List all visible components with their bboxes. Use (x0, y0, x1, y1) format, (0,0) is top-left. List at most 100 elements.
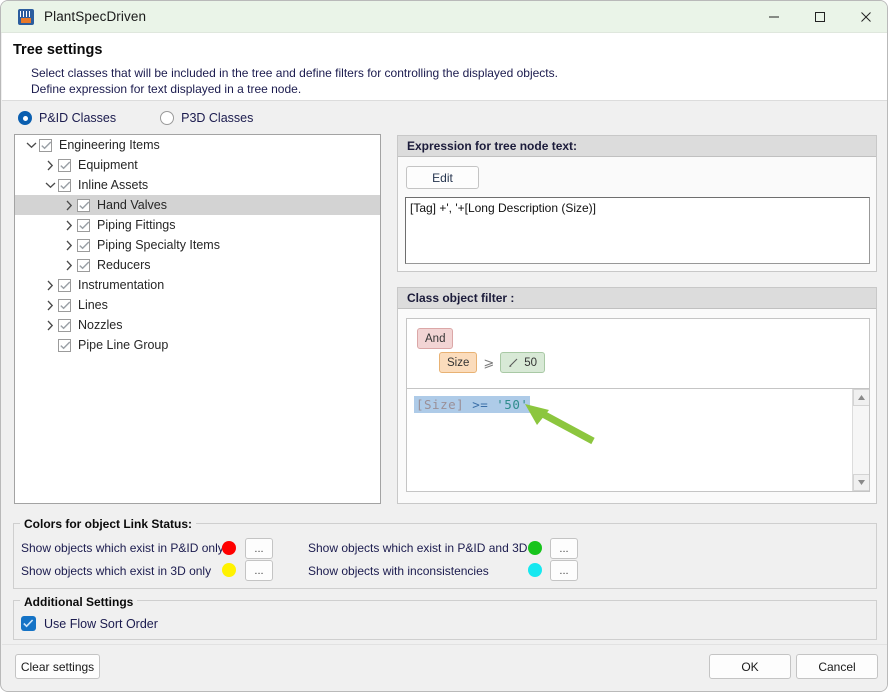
tree-node-label: Instrumentation (78, 278, 165, 292)
tree-node-checkbox[interactable] (58, 158, 71, 172)
radio-p3d-classes[interactable]: P3D Classes (160, 111, 253, 125)
tree-node-label: Engineering Items (59, 138, 160, 152)
tree-node-label: Lines (78, 298, 108, 312)
use-flow-sort-order-label: Use Flow Sort Order (44, 616, 158, 631)
tree-node-checkbox[interactable] (58, 278, 71, 292)
chevron-right-icon[interactable] (61, 215, 77, 235)
chevron-right-icon[interactable] (42, 315, 58, 335)
title-bar: PlantSpecDriven (1, 1, 887, 33)
checkbox-box (21, 616, 36, 631)
tree-node-checkbox[interactable] (77, 218, 90, 232)
window-controls (751, 1, 887, 33)
filter-sql-editor[interactable]: [Size] >= '50' (406, 388, 870, 492)
tree-node-checkbox[interactable] (58, 298, 71, 312)
tree-node-label: Pipe Line Group (78, 338, 169, 352)
filter-field-chip[interactable]: Size (439, 352, 478, 373)
filter-group-title: Class object filter : (398, 288, 876, 309)
tree-node-checkbox[interactable] (77, 258, 90, 272)
cancel-button[interactable]: Cancel (796, 654, 878, 679)
filter-scrollbar[interactable] (852, 389, 869, 491)
chevron-right-icon[interactable] (42, 275, 58, 295)
chevron-right-icon[interactable] (61, 195, 77, 215)
color-label-3d-only: Show objects which exist in 3D only (21, 564, 212, 578)
pencil-icon (509, 358, 518, 368)
color-swatch-pid-and-3d (528, 541, 542, 555)
tree-node[interactable]: Inline Assets (15, 175, 380, 195)
tree-node-checkbox[interactable] (58, 318, 71, 332)
tree-node-label: Nozzles (78, 318, 123, 332)
additional-settings-legend: Additional Settings (20, 595, 138, 609)
tree-node-checkbox[interactable] (77, 198, 90, 212)
tree-node-checkbox[interactable] (58, 178, 71, 192)
clear-settings-button[interactable]: Clear settings (15, 654, 100, 679)
close-icon[interactable] (843, 1, 887, 33)
tree-node[interactable]: Piping Specialty Items (15, 235, 380, 255)
filter-condition-row: Size ⩾ 50 (439, 352, 546, 373)
expression-group: Expression for tree node text: Edit [Tag… (397, 135, 877, 272)
tree-node-label: Piping Specialty Items (97, 238, 220, 252)
page-title: Tree settings (13, 42, 103, 58)
filter-and-chip[interactable]: And (417, 328, 454, 349)
tree-node[interactable]: Nozzles (15, 315, 380, 335)
tree-node[interactable]: Instrumentation (15, 275, 380, 295)
tree-node-label: Equipment (78, 158, 138, 172)
maximize-icon[interactable] (797, 1, 843, 33)
color-swatch-inconsistencies (528, 563, 542, 577)
tree-node[interactable]: Lines (15, 295, 380, 315)
scroll-up-icon[interactable] (853, 389, 869, 406)
chevron-right-icon[interactable] (61, 255, 77, 275)
color-picker-button-3d-only[interactable]: ... (245, 560, 273, 581)
color-label-pid-and-3d: Show objects which exist in P&ID and 3D (308, 541, 528, 555)
color-swatch-3d-only (222, 563, 236, 577)
radio-pid-classes[interactable]: P&ID Classes (18, 111, 116, 125)
color-picker-button-inconsistencies[interactable]: ... (550, 560, 578, 581)
filter-operator-glyph[interactable]: ⩾ (483, 355, 494, 371)
color-picker-button-pid-only[interactable]: ... (245, 538, 273, 559)
tree-node-label: Inline Assets (78, 178, 149, 192)
header-description-line-2: Define expression for text displayed in … (31, 82, 302, 96)
chevron-right-icon[interactable] (42, 155, 58, 175)
filter-value-text: 50 (524, 356, 538, 369)
chevron-down-icon[interactable] (42, 175, 58, 195)
sql-operator: >= (472, 397, 489, 412)
expression-textarea[interactable]: [Tag] +', '+[Long Description (Size)] (405, 197, 870, 264)
header-description-line-1: Select classes that will be included in … (31, 66, 558, 80)
tree-node-label: Hand Valves (97, 198, 167, 212)
tree-node[interactable]: Pipe Line Group (15, 335, 380, 355)
tree-node[interactable]: Equipment (15, 155, 380, 175)
color-picker-button-pid-and-3d[interactable]: ... (550, 538, 578, 559)
chevron-down-icon[interactable] (23, 135, 39, 155)
dialog-window: PlantSpecDriven Tree settings Select cla… (0, 0, 888, 692)
chevron-right-icon[interactable] (42, 295, 58, 315)
tree-node[interactable]: Piping Fittings (15, 215, 380, 235)
radio-p3d-classes-dot (160, 111, 175, 125)
ok-button[interactable]: OK (709, 654, 791, 679)
use-flow-sort-order-checkbox[interactable]: Use Flow Sort Order (21, 616, 158, 631)
tree-node-checkbox[interactable] (58, 338, 71, 352)
plant-app-icon (18, 8, 34, 25)
tree-node-label: Piping Fittings (97, 218, 176, 232)
colors-legend: Colors for object Link Status: (20, 517, 197, 531)
tree-node[interactable]: Reducers (15, 255, 380, 275)
class-tree[interactable]: Engineering Items Equipment Inline Assets H… (14, 134, 381, 504)
expression-group-title: Expression for tree node text: (398, 136, 876, 157)
tree-node-label: Reducers (97, 258, 151, 272)
color-swatch-pid-only (222, 541, 236, 555)
colors-fieldset (13, 523, 877, 589)
tree-node-checkbox[interactable] (39, 138, 52, 152)
scroll-down-icon[interactable] (853, 474, 869, 491)
filter-builder[interactable]: And Size ⩾ 50 (406, 318, 870, 388)
tree-node[interactable]: Hand Valves (15, 195, 380, 215)
tree-node[interactable]: Engineering Items (15, 135, 380, 155)
class-object-filter-group: Class object filter : And Size ⩾ 50 [Siz… (397, 287, 877, 504)
chevron-right-icon[interactable] (61, 235, 77, 255)
tree-node-checkbox[interactable] (77, 238, 90, 252)
header-panel: Tree settings Select classes that will b… (2, 33, 887, 101)
radio-pid-classes-label: P&ID Classes (39, 111, 117, 125)
filter-value-chip[interactable]: 50 (500, 352, 546, 373)
edit-button[interactable]: Edit (406, 166, 479, 189)
minimize-icon[interactable] (751, 1, 797, 33)
color-label-pid-only: Show objects which exist in P&ID only (21, 541, 224, 555)
radio-p3d-classes-label: P3D Classes (181, 111, 254, 125)
